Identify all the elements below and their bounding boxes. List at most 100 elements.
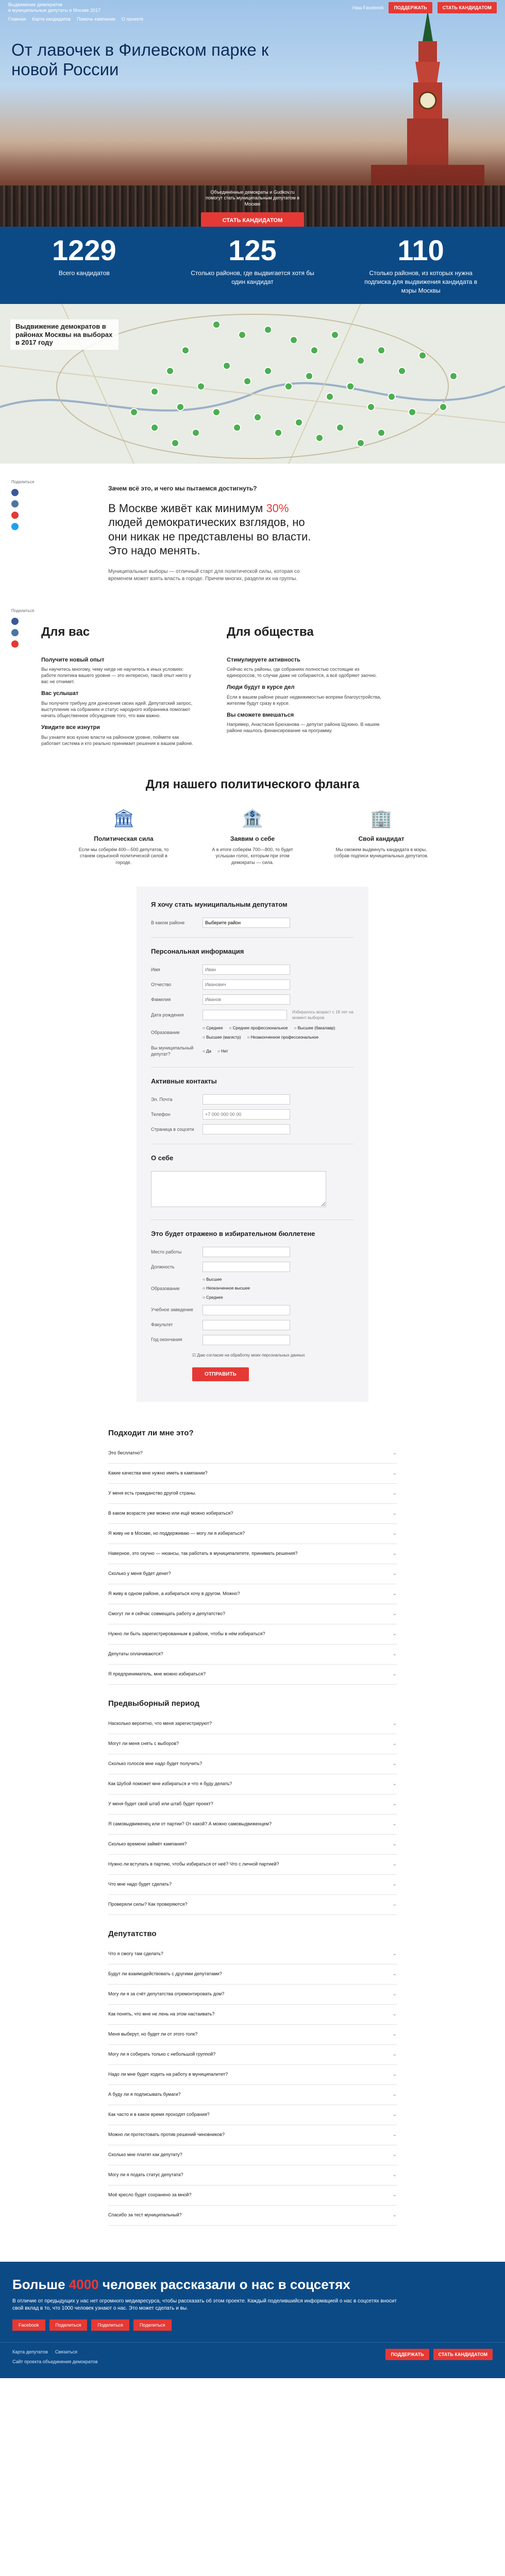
education2-radio-group[interactable]: Высшее Неоконченное высшее Среднее xyxy=(203,1277,352,1300)
facebook-icon[interactable] xyxy=(11,489,19,497)
about-textarea[interactable] xyxy=(151,1171,326,1208)
hero-cta-button[interactable]: СТАТЬ КАНДИДАТОМ xyxy=(201,212,304,227)
share-ok-button[interactable]: Поделиться xyxy=(91,2319,129,2331)
nav-home[interactable]: Главная xyxy=(8,16,26,23)
map-pin[interactable] xyxy=(295,418,303,427)
faq-item[interactable]: Проверяли силы? Как проверяются? ⌄ xyxy=(108,1895,397,1915)
map-pin[interactable] xyxy=(212,408,221,416)
map-pin[interactable] xyxy=(233,423,241,432)
brand[interactable]: Выдвижение демократов в муниципальные де… xyxy=(8,2,143,14)
grad-year-input[interactable] xyxy=(203,1334,290,1345)
position-input[interactable] xyxy=(203,1262,290,1273)
ok-icon[interactable] xyxy=(11,512,19,519)
map-pin[interactable] xyxy=(439,403,447,411)
map-pin[interactable] xyxy=(305,372,313,380)
map-pin[interactable] xyxy=(388,393,396,401)
map-pin[interactable] xyxy=(171,439,179,447)
faq-item[interactable]: У меня есть гражданство другой страны. ⌄ xyxy=(108,1484,397,1504)
map-pin[interactable] xyxy=(192,429,200,437)
faq-item[interactable]: У меня будет свой штаб или штаб будет пр… xyxy=(108,1794,397,1815)
map-pin[interactable] xyxy=(315,434,324,442)
candidates-map[interactable]: Выдвижение демократов в районах Москвы н… xyxy=(0,304,505,464)
faq-item[interactable]: Могут ли меня снять с выборов? ⌄ xyxy=(108,1734,397,1754)
faq-item[interactable]: Я живу в одном районе, а избираться хочу… xyxy=(108,1584,397,1604)
map-pin[interactable] xyxy=(331,331,339,339)
submit-button[interactable]: ОТПРАВИТЬ xyxy=(192,1367,249,1381)
faq-item[interactable]: Меня выберут, но будет ли от этого толк?… xyxy=(108,2025,397,2045)
footer-link-map[interactable]: Карта депутатов xyxy=(12,2349,48,2355)
faq-item[interactable]: Депутаты оплачиваются? ⌄ xyxy=(108,1645,397,1665)
workplace-input[interactable] xyxy=(203,1247,290,1258)
faq-item[interactable]: Будут ли взаимодействовать с другими деп… xyxy=(108,1964,397,1985)
map-pin[interactable] xyxy=(326,393,334,401)
map-pin[interactable] xyxy=(243,377,251,385)
map-pin[interactable] xyxy=(212,320,221,329)
map-pin[interactable] xyxy=(284,382,293,391)
social-field[interactable] xyxy=(203,1124,290,1135)
faq-item[interactable]: Надо ли мне будет ходить на работу в мун… xyxy=(108,2065,397,2085)
footer-support-button[interactable]: ПОДДЕРЖАТЬ xyxy=(385,2349,429,2361)
faq-item[interactable]: Как часто и в какое время проходят собра… xyxy=(108,2105,397,2125)
vk-icon[interactable] xyxy=(11,629,19,637)
institution-input[interactable] xyxy=(203,1304,290,1315)
map-pin[interactable] xyxy=(290,336,298,344)
map-pin[interactable] xyxy=(418,351,427,360)
faq-item[interactable]: Сколько у меня будет денег? ⌄ xyxy=(108,1564,397,1584)
map-pin[interactable] xyxy=(254,413,262,421)
map-pin[interactable] xyxy=(238,331,246,339)
faq-item[interactable]: Я живу не в Москве, но поддерживаю — мог… xyxy=(108,1524,397,1544)
email-field[interactable] xyxy=(203,1094,290,1105)
faq-item[interactable]: Это бесплатно? ⌄ xyxy=(108,1444,397,1464)
footer-candidate-button[interactable]: СТАТЬ КАНДИДАТОМ xyxy=(433,2349,493,2361)
map-pin[interactable] xyxy=(357,439,365,447)
region-select[interactable] xyxy=(203,917,290,928)
vk-icon[interactable] xyxy=(11,500,19,508)
map-pin[interactable] xyxy=(150,387,159,396)
map-pin[interactable] xyxy=(166,367,174,375)
map-pin[interactable] xyxy=(181,346,190,354)
nav-help[interactable]: Помочь кампании xyxy=(77,16,115,23)
map-pin[interactable] xyxy=(264,326,272,334)
map-pin[interactable] xyxy=(150,423,159,432)
map-pin[interactable] xyxy=(130,408,138,416)
faq-item[interactable]: Как Шубой поможет мне избираться и что я… xyxy=(108,1774,397,1794)
deputy-radio-group[interactable]: Да Нет xyxy=(203,1048,352,1054)
faq-item[interactable]: Нужно ли быть зарегистрированным в район… xyxy=(108,1624,397,1645)
faq-item[interactable]: Нужно ли вступать в партию, чтобы избира… xyxy=(108,1855,397,1875)
facebook-link[interactable]: Наш Facebook xyxy=(352,5,384,11)
faq-item[interactable]: Могу ли я подать статус депутата? ⌄ xyxy=(108,2165,397,2185)
support-button[interactable]: ПОДДЕРЖАТЬ xyxy=(389,2,432,13)
map-pin[interactable] xyxy=(408,408,416,416)
birthdate-input[interactable] xyxy=(203,1010,287,1021)
map-pin[interactable] xyxy=(449,372,458,380)
share-vk-button[interactable]: Поделиться xyxy=(49,2319,88,2331)
map-pin[interactable] xyxy=(223,362,231,370)
faq-item[interactable]: В каком возрасте уже можно или ещё можно… xyxy=(108,1504,397,1524)
first-name-input[interactable] xyxy=(203,964,290,975)
faq-item[interactable]: А буду ли я подписывать бумаги? ⌄ xyxy=(108,2085,397,2105)
nav-map[interactable]: Карта кандидатов xyxy=(32,16,71,23)
map-pin[interactable] xyxy=(264,367,272,375)
faq-item[interactable]: Наверное, это скучно — нюансы, так работ… xyxy=(108,1544,397,1564)
map-pin[interactable] xyxy=(346,382,355,391)
faq-item[interactable]: Смогут ли я сейчас совмещать работу и де… xyxy=(108,1604,397,1624)
footer-link-contact[interactable]: Связаться xyxy=(55,2349,77,2355)
faq-item[interactable]: Я самовыдвиженец или от партии? От какой… xyxy=(108,1815,397,1835)
twitter-icon[interactable] xyxy=(11,523,19,531)
become-candidate-button[interactable]: СТАТЬ КАНДИДАТОМ xyxy=(437,2,497,13)
map-pin[interactable] xyxy=(398,367,406,375)
faq-item[interactable]: Моё кресло будет сохранено за мной? ⌄ xyxy=(108,2185,397,2206)
last-name-input[interactable] xyxy=(203,994,290,1005)
faq-item[interactable]: Могу ли я за счёт депутатства отремонтир… xyxy=(108,1985,397,2005)
share-twitter-button[interactable]: Поделиться xyxy=(133,2319,172,2331)
faq-item[interactable]: Спасибо за тест муниципальный? ⌄ xyxy=(108,2206,397,2226)
map-pin[interactable] xyxy=(377,429,385,437)
map-pin[interactable] xyxy=(367,403,375,411)
nav-about[interactable]: О проекте xyxy=(122,16,143,23)
map-pin[interactable] xyxy=(357,357,365,365)
ok-icon[interactable] xyxy=(11,640,19,648)
faq-item[interactable]: Что я смогу там сделать? ⌄ xyxy=(108,1944,397,1964)
faq-item[interactable]: Какие качества мне нужно иметь в кампани… xyxy=(108,1464,397,1484)
map-pin[interactable] xyxy=(274,429,282,437)
share-facebook-button[interactable]: Facebook xyxy=(12,2319,45,2331)
